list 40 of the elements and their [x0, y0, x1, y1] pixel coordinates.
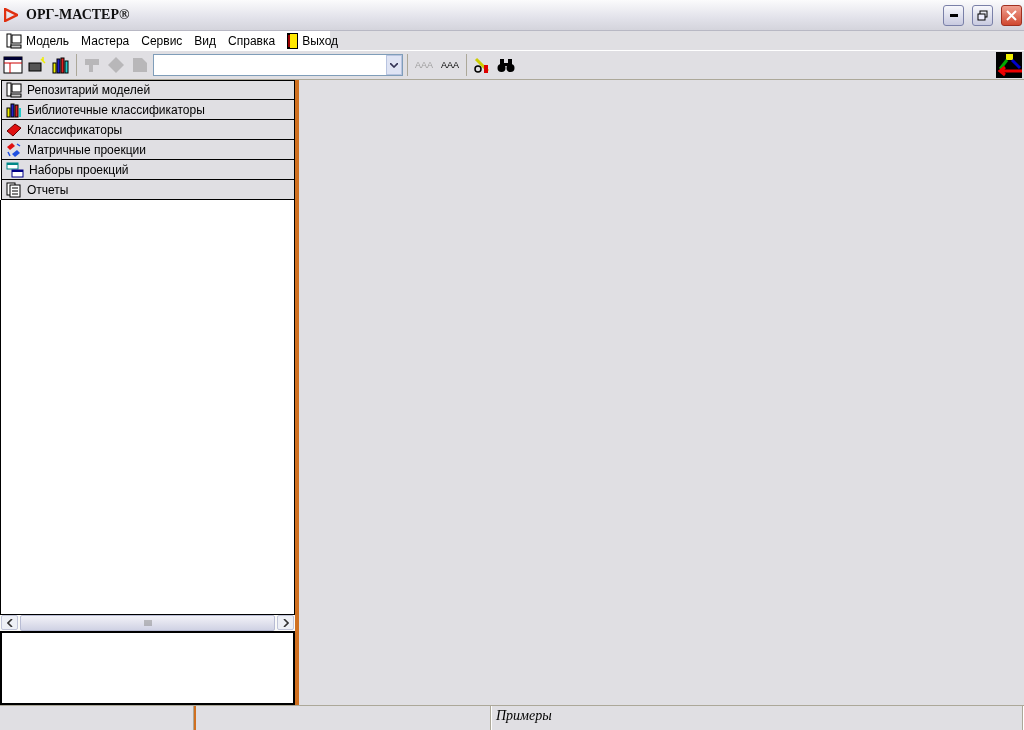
minimize-icon	[949, 13, 958, 17]
shape-icon	[83, 56, 101, 74]
menu-item[interactable]: Мастера	[75, 31, 136, 50]
close-button[interactable]	[1001, 4, 1022, 26]
menu-item[interactable]: Модель	[0, 31, 76, 50]
font-size-button[interactable]: AAA	[438, 54, 463, 76]
chevron-left-icon	[6, 618, 13, 627]
menu-item[interactable]: Вид	[188, 31, 223, 50]
scroll-left-button[interactable]	[1, 615, 18, 630]
scroll-right-button[interactable]	[277, 615, 294, 630]
menu-item[interactable]: Выход	[281, 31, 345, 50]
app-logo-icon	[4, 8, 18, 22]
restore-button[interactable]	[972, 4, 993, 26]
documents-icon	[6, 181, 22, 198]
sidebar-section[interactable]: Классификаторы	[1, 120, 295, 140]
sidebar-section[interactable]: Наборы проекций	[1, 160, 295, 180]
windows-icon	[6, 161, 24, 178]
status-message: Примеры	[492, 706, 1024, 730]
book-icon	[6, 121, 22, 138]
shape-icon	[131, 56, 149, 74]
menu-item[interactable]: Справка	[222, 31, 282, 50]
door-icon	[287, 32, 299, 49]
close-icon	[1006, 9, 1017, 21]
hierarchy-icon	[996, 52, 1022, 78]
sidebar-section[interactable]: Матричные проекции	[1, 140, 295, 160]
folder-icon	[27, 55, 47, 75]
sidebar-section[interactable]: Библиотечные классификаторы	[1, 100, 295, 120]
chevron-down-icon	[390, 62, 398, 68]
sidebar-section[interactable]: Отчеты	[1, 180, 295, 200]
sidebar-section[interactable]: Репозитарий моделей	[1, 80, 295, 100]
minimize-button[interactable]	[943, 4, 964, 26]
layout-icon	[3, 55, 23, 75]
diamond-icon	[107, 56, 125, 74]
toolbar-button[interactable]	[2, 54, 24, 76]
menu-item[interactable]: Сервис	[135, 31, 189, 50]
window-title: ОРГ-МАСТЕР®	[26, 7, 131, 23]
dropdown-button[interactable]	[386, 55, 402, 75]
computer-icon	[6, 82, 22, 98]
chevron-right-icon	[282, 618, 289, 627]
restore-icon	[977, 9, 988, 21]
